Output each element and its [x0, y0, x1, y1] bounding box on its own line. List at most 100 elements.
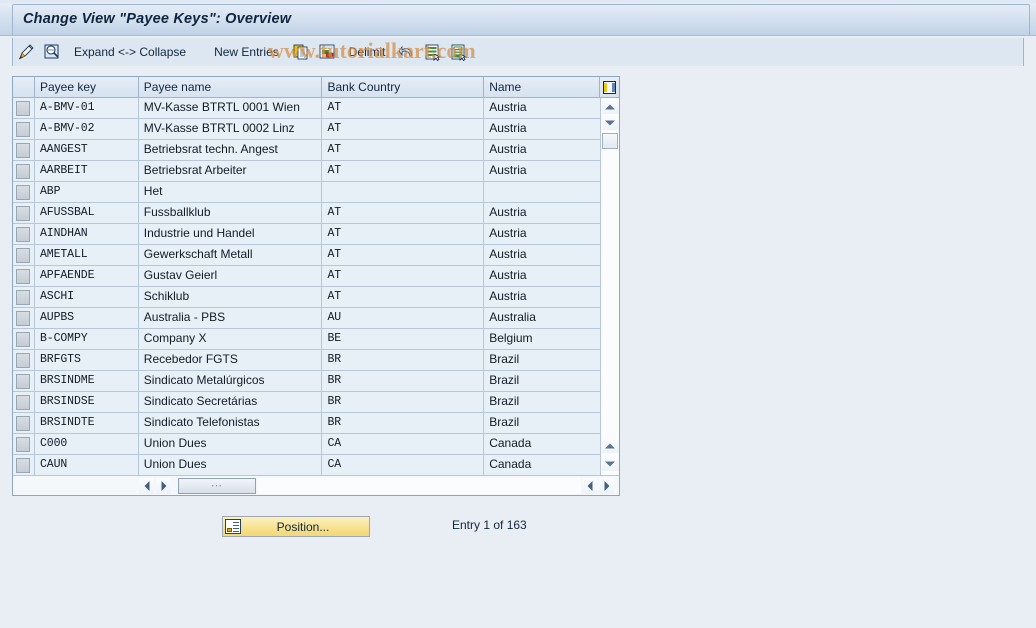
cell-country-name[interactable]: Canada	[484, 434, 600, 454]
cell-bank-country[interactable]: BR	[322, 413, 485, 433]
row-select-button[interactable]	[13, 224, 35, 244]
cell-country-name[interactable]: Austria	[484, 98, 600, 118]
column-header-bank-country[interactable]: Bank Country	[322, 77, 485, 98]
table-row[interactable]: BRSINDME Sindicato Metalúrgicos BR Brazil	[13, 371, 600, 392]
table-row[interactable]: APFAENDE Gustav Geierl AT Austria	[13, 266, 600, 287]
cell-payee-key[interactable]: AUPBS	[35, 308, 139, 328]
select-block-button[interactable]	[447, 41, 471, 63]
scroll-up-arrow-icon[interactable]	[601, 99, 619, 114]
cell-country-name[interactable]: Belgium	[484, 329, 600, 349]
cell-payee-key[interactable]: AFUSSBAL	[35, 203, 139, 223]
vertical-scroll-thumb[interactable]	[602, 133, 618, 149]
cell-country-name[interactable]: Austria	[484, 119, 600, 139]
cell-payee-name[interactable]: Sindicato Telefonistas	[139, 413, 323, 433]
cell-payee-key[interactable]: BRFGTS	[35, 350, 139, 370]
row-select-button[interactable]	[13, 182, 35, 202]
cell-bank-country[interactable]: AT	[322, 224, 485, 244]
cell-payee-name[interactable]: Union Dues	[139, 455, 323, 475]
table-row[interactable]: AARBEIT Betriebsrat Arbeiter AT Austria	[13, 161, 600, 182]
cell-country-name[interactable]: Austria	[484, 287, 600, 307]
table-row[interactable]: A-BMV-02 MV-Kasse BTRTL 0002 Linz AT Austri…	[13, 119, 600, 140]
vertical-scroll-track-top[interactable]	[601, 98, 619, 414]
cell-bank-country[interactable]: CA	[322, 455, 485, 475]
cell-bank-country[interactable]: BE	[322, 329, 485, 349]
cell-country-name[interactable]: Brazil	[484, 371, 600, 391]
column-header-payee-key[interactable]: Payee key	[34, 77, 139, 98]
page-down-arrow-icon[interactable]	[601, 456, 619, 471]
page-left-arrow-icon[interactable]	[582, 477, 597, 494]
row-select-button[interactable]	[13, 203, 35, 223]
change-display-button[interactable]	[14, 41, 38, 63]
row-select-button[interactable]	[13, 413, 35, 433]
table-row[interactable]: ASCHI Schiklub AT Austria	[13, 287, 600, 308]
cell-country-name[interactable]: Canada	[484, 455, 600, 475]
cell-payee-name[interactable]: Industrie und Handel	[139, 224, 323, 244]
cell-payee-name[interactable]: Betriebsrat Arbeiter	[139, 161, 323, 181]
row-select-button[interactable]	[13, 308, 35, 328]
row-select-button[interactable]	[13, 329, 35, 349]
cell-payee-name[interactable]: Sindicato Secretárias	[139, 392, 323, 412]
vertical-scroll-page-controls[interactable]	[601, 435, 619, 475]
cell-country-name[interactable]: Austria	[484, 224, 600, 244]
cell-payee-name[interactable]: Fussballklub	[139, 203, 323, 223]
cell-payee-name[interactable]: Sindicato Metalúrgicos	[139, 371, 323, 391]
row-select-button[interactable]	[13, 434, 35, 454]
table-row[interactable]: BRSINDTE Sindicato Telefonistas BR Brazil	[13, 413, 600, 434]
cell-payee-name[interactable]: Recebedor FGTS	[139, 350, 323, 370]
row-select-button[interactable]	[13, 98, 35, 118]
cell-bank-country[interactable]: AT	[322, 245, 485, 265]
cell-payee-key[interactable]: ABP	[35, 182, 139, 202]
column-header-payee-name[interactable]: Payee name	[138, 77, 323, 98]
cell-bank-country[interactable]: AT	[322, 161, 485, 181]
cell-payee-key[interactable]: A-BMV-01	[35, 98, 139, 118]
page-up-arrow-icon[interactable]	[601, 438, 619, 453]
cell-payee-name[interactable]: Gustav Geierl	[139, 266, 323, 286]
table-row[interactable]: AUPBS Australia - PBS AU Australia	[13, 308, 600, 329]
cell-payee-name[interactable]: Union Dues	[139, 434, 323, 454]
new-entries-button[interactable]: New Entries	[206, 41, 287, 63]
display-details-button[interactable]	[40, 41, 64, 63]
cell-payee-name[interactable]: Gewerkschaft Metall	[139, 245, 323, 265]
cell-bank-country[interactable]: AT	[322, 287, 485, 307]
cell-bank-country[interactable]: CA	[322, 434, 485, 454]
cell-payee-name[interactable]: Betriebsrat techn. Angest	[139, 140, 323, 160]
page-right-arrow-icon[interactable]	[599, 477, 614, 494]
column-header-name[interactable]: Name	[484, 77, 601, 98]
row-select-button[interactable]	[13, 245, 35, 265]
horizontal-scrollbar[interactable]	[13, 475, 619, 495]
cell-bank-country[interactable]: BR	[322, 392, 485, 412]
cell-country-name[interactable]: Australia	[484, 308, 600, 328]
horizontal-scroll-thumb[interactable]	[178, 477, 256, 494]
cell-payee-name[interactable]: Schiklub	[139, 287, 323, 307]
row-select-button[interactable]	[13, 161, 35, 181]
table-row[interactable]: ABP Het	[13, 182, 600, 203]
cell-country-name[interactable]: Brazil	[484, 392, 600, 412]
table-row[interactable]: A-BMV-01 MV-Kasse BTRTL 0001 Wien AT Austri…	[13, 98, 600, 119]
table-row[interactable]: B-COMPY Company X BE Belgium	[13, 329, 600, 350]
row-select-button[interactable]	[13, 119, 35, 139]
cell-payee-key[interactable]: C000	[35, 434, 139, 454]
expand-collapse-button[interactable]: Expand <-> Collapse	[66, 41, 194, 63]
table-settings-button[interactable]	[600, 77, 619, 98]
table-row[interactable]: AMETALL Gewerkschaft Metall AT Austria	[13, 245, 600, 266]
table-row[interactable]: CAUN Union Dues CA Canada	[13, 455, 600, 475]
cell-payee-key[interactable]: BRSINDTE	[35, 413, 139, 433]
table-row[interactable]: AANGEST Betriebsrat techn. Angest AT Austri…	[13, 140, 600, 161]
cell-country-name[interactable]: Brazil	[484, 350, 600, 370]
cell-payee-name[interactable]: Company X	[139, 329, 323, 349]
cell-payee-name[interactable]: MV-Kasse BTRTL 0001 Wien	[139, 98, 323, 118]
select-all-button[interactable]	[421, 41, 445, 63]
row-select-button[interactable]	[13, 392, 35, 412]
cell-country-name[interactable]: Austria	[484, 245, 600, 265]
delete-button[interactable]	[315, 41, 339, 63]
row-select-button[interactable]	[13, 455, 35, 475]
cell-payee-name[interactable]: Het	[139, 182, 323, 202]
cell-bank-country[interactable]: BR	[322, 350, 485, 370]
cell-payee-key[interactable]: AINDHAN	[35, 224, 139, 244]
scroll-left-arrow-icon[interactable]	[139, 477, 154, 494]
table-row[interactable]: AFUSSBAL Fussballklub AT Austria	[13, 203, 600, 224]
cell-bank-country[interactable]: AT	[322, 266, 485, 286]
scroll-down-arrow-icon[interactable]	[601, 115, 619, 130]
cell-payee-key[interactable]: BRSINDSE	[35, 392, 139, 412]
position-button[interactable]: Position...	[222, 516, 370, 537]
